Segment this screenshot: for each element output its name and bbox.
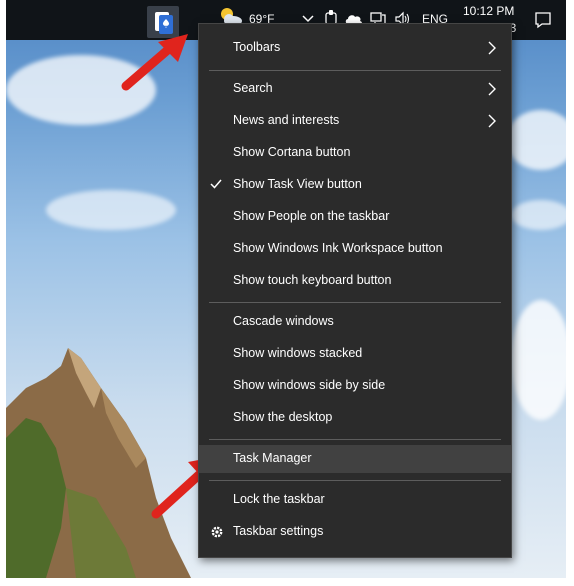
chevron-right-icon bbox=[488, 41, 496, 55]
clock-time[interactable]: 10:12 PM bbox=[463, 4, 514, 18]
cloud-decor bbox=[46, 190, 176, 230]
menu-separator bbox=[209, 480, 501, 481]
menu-item-label: Show Cortana button bbox=[233, 145, 351, 159]
gear-icon bbox=[211, 526, 223, 538]
menu-separator bbox=[209, 70, 501, 71]
chevron-right-icon bbox=[488, 114, 496, 128]
desktop-screenshot: 69°F ENG 10:12 PM 23 bbox=[6, 0, 566, 578]
menu-item-search[interactable]: Search bbox=[199, 75, 511, 103]
menu-item-toolbars[interactable]: Toolbars bbox=[199, 34, 511, 62]
cloud-decor bbox=[511, 200, 566, 230]
menu-item-windows-stacked[interactable]: Show windows stacked bbox=[199, 340, 511, 368]
menu-item-taskbar-settings[interactable]: Taskbar settings bbox=[199, 518, 511, 546]
cloud-decor bbox=[511, 300, 566, 420]
menu-item-label: Show windows side by side bbox=[233, 378, 386, 392]
menu-item-label: Cascade windows bbox=[233, 314, 334, 328]
menu-item-label: Show Task View button bbox=[233, 177, 362, 191]
menu-item-lock-taskbar[interactable]: Lock the taskbar bbox=[199, 486, 511, 514]
menu-item-label: Show Windows Ink Workspace button bbox=[233, 241, 443, 255]
menu-item-show-cortana-button[interactable]: Show Cortana button bbox=[199, 139, 511, 167]
menu-item-label: Show windows stacked bbox=[233, 346, 363, 360]
menu-item-label: Search bbox=[233, 81, 273, 95]
menu-item-show-ink-workspace[interactable]: Show Windows Ink Workspace button bbox=[199, 235, 511, 263]
notifications-icon[interactable] bbox=[534, 11, 552, 29]
menu-item-label: Taskbar settings bbox=[233, 524, 324, 538]
menu-item-label: Lock the taskbar bbox=[233, 492, 325, 506]
menu-item-windows-side-by-side[interactable]: Show windows side by side bbox=[199, 372, 511, 400]
cloud-decor bbox=[506, 110, 566, 170]
menu-item-show-task-view-button[interactable]: Show Task View button bbox=[199, 171, 511, 199]
taskbar-context-menu: Toolbars Search News and interests Show … bbox=[198, 23, 512, 558]
menu-item-cascade-windows[interactable]: Cascade windows bbox=[199, 308, 511, 336]
chevron-right-icon bbox=[488, 82, 496, 96]
red-arrow-annotation bbox=[121, 34, 188, 91]
checkmark-icon bbox=[210, 179, 222, 189]
menu-item-label: News and interests bbox=[233, 113, 340, 127]
menu-separator bbox=[209, 302, 501, 303]
menu-item-label: Toolbars bbox=[233, 40, 281, 54]
menu-item-label: Task Manager bbox=[233, 451, 312, 465]
menu-item-label: Show the desktop bbox=[233, 410, 333, 424]
menu-item-task-manager[interactable]: Task Manager bbox=[199, 445, 511, 473]
menu-item-show-desktop[interactable]: Show the desktop bbox=[199, 404, 511, 432]
menu-item-show-people[interactable]: Show People on the taskbar bbox=[199, 203, 511, 231]
menu-item-label: Show touch keyboard button bbox=[233, 273, 392, 287]
menu-item-show-touch-keyboard[interactable]: Show touch keyboard button bbox=[199, 267, 511, 295]
menu-separator bbox=[209, 439, 501, 440]
menu-item-label: Show People on the taskbar bbox=[233, 209, 390, 223]
menu-item-news-and-interests[interactable]: News and interests bbox=[199, 107, 511, 135]
